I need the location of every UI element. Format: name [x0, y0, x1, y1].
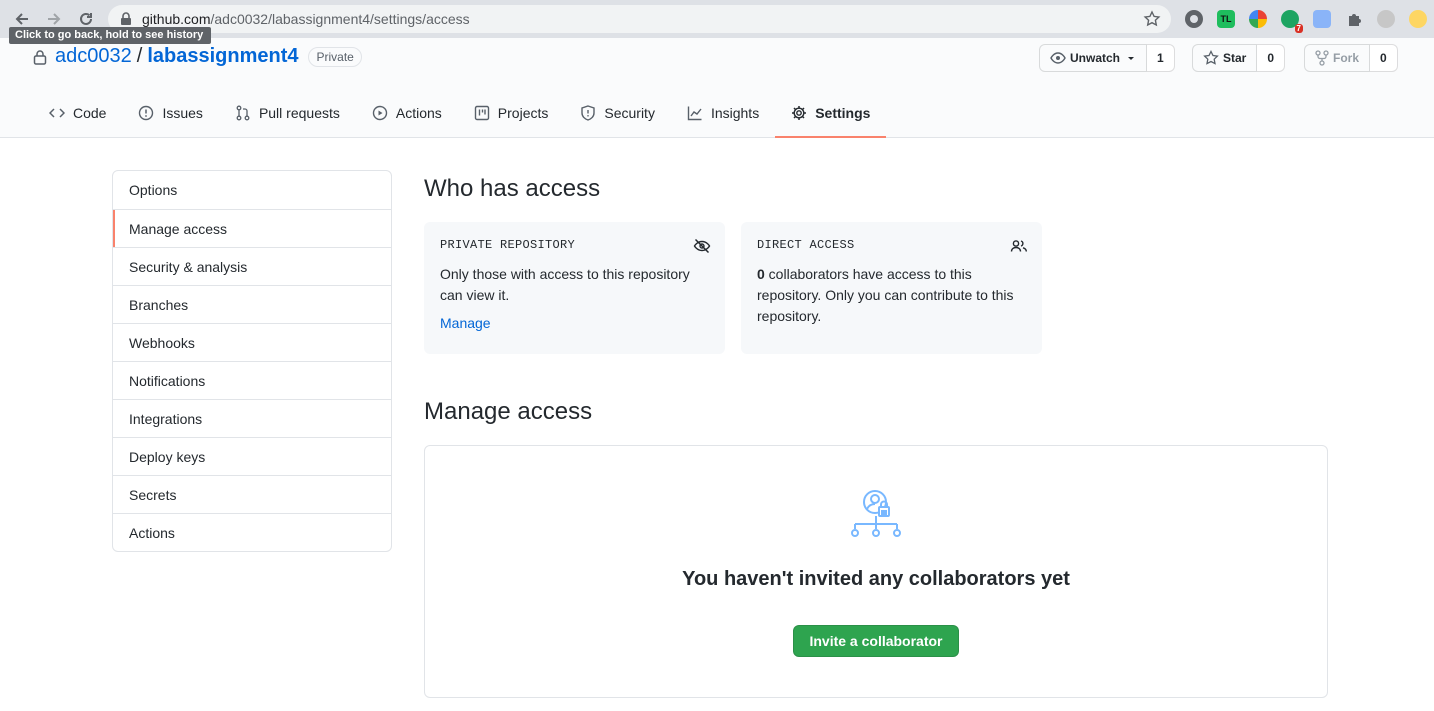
unwatch-button[interactable]: Unwatch [1039, 44, 1148, 72]
pull-request-icon [236, 105, 250, 121]
repo-name-link[interactable]: labassignment4 [147, 45, 298, 68]
address-bar[interactable]: github.com/adc0032/labassignment4/settin… [108, 5, 1171, 33]
shield-icon [581, 105, 596, 121]
repository-header: adc0032 / labassignment4 Private Unwatch… [0, 38, 1434, 138]
play-icon [372, 105, 388, 121]
tab-issues[interactable]: Issues [122, 93, 218, 133]
sidebar-item-security-analysis[interactable]: Security & analysis [113, 247, 391, 285]
private-repository-box: PRIVATE REPOSITORY Only those with acces… [424, 222, 725, 354]
people-icon [1010, 240, 1027, 252]
collaborators-blankslate: You haven't invited any collaborators ye… [424, 445, 1328, 698]
back-button-tooltip: Click to go back, hold to see history [9, 27, 211, 44]
watch-count[interactable]: 1 [1147, 44, 1175, 72]
direct-access-box: DIRECT ACCESS 0 collaborators have acces… [741, 222, 1042, 354]
tab-actions[interactable]: Actions [356, 93, 458, 133]
private-repository-title: PRIVATE REPOSITORY [440, 238, 576, 252]
private-repository-text: Only those with access to this repositor… [440, 266, 690, 303]
extension-badge-icon[interactable]: 7 [1281, 10, 1303, 33]
sidebar-item-manage-access[interactable]: Manage access [113, 209, 391, 247]
collaborator-count: 0 [757, 266, 765, 282]
star-count[interactable]: 0 [1257, 44, 1286, 72]
manage-access-heading: Manage access [424, 398, 593, 425]
extension-yellow-icon[interactable] [1409, 10, 1427, 28]
extension-color-wheel-icon[interactable] [1249, 10, 1267, 28]
star-button[interactable]: Star [1192, 44, 1258, 72]
profile-avatar-icon[interactable] [1377, 10, 1395, 28]
sidebar-item-branches[interactable]: Branches [113, 285, 391, 323]
sidebar-item-deploy-keys[interactable]: Deploy keys [113, 437, 391, 475]
gear-icon [792, 106, 807, 120]
repo-owner-link[interactable]: adc0032 [55, 45, 132, 68]
tab-settings[interactable]: Settings [775, 93, 887, 138]
tab-insights[interactable]: Insights [671, 93, 775, 133]
bookmark-star-icon[interactable] [1143, 10, 1161, 28]
tab-pull-requests[interactable]: Pull requests [219, 93, 356, 133]
invite-collaborator-button[interactable]: Invite a collaborator [793, 625, 959, 657]
tab-security[interactable]: Security [564, 93, 671, 133]
code-icon [49, 108, 65, 118]
repository-title: adc0032 / labassignment4 Private [33, 45, 362, 68]
visibility-badge: Private [308, 46, 362, 67]
settings-sidebar: Options Manage access Security & analysi… [112, 170, 392, 552]
reload-icon [80, 12, 92, 25]
forward-arrow-icon [48, 13, 61, 25]
caret-down-icon [1128, 57, 1135, 60]
eye-icon [1050, 52, 1066, 64]
extension-badge-count: 7 [1294, 24, 1303, 33]
direct-access-title: DIRECT ACCESS [757, 238, 855, 252]
star-group: Star 0 [1192, 44, 1286, 72]
repo-lock-icon [33, 49, 47, 65]
direct-access-text: 0 collaborators have access to this repo… [757, 266, 1014, 324]
repo-separator: / [136, 45, 143, 67]
back-arrow-icon [15, 13, 28, 25]
extension-circle-icon[interactable] [1185, 10, 1203, 28]
tab-projects[interactable]: Projects [458, 93, 565, 133]
extension-tl-icon[interactable]: TL [1217, 10, 1235, 28]
watch-group: Unwatch 1 [1039, 44, 1175, 72]
project-icon [474, 105, 489, 121]
no-collaborators-message: You haven't invited any collaborators ye… [682, 568, 1070, 590]
fork-icon [1315, 50, 1329, 66]
fork-group: Fork 0 [1304, 44, 1398, 72]
star-icon [1203, 50, 1219, 65]
repo-tabs: Code Issues Pull requests Actions Projec… [33, 93, 887, 138]
sidebar-item-actions[interactable]: Actions [113, 513, 391, 551]
sidebar-item-webhooks[interactable]: Webhooks [113, 323, 391, 361]
extension-doc-icon[interactable] [1313, 10, 1331, 28]
manage-link[interactable]: Manage [440, 315, 491, 331]
extensions-puzzle-icon[interactable] [1345, 10, 1363, 28]
issue-icon [139, 105, 154, 121]
url-text: github.com/adc0032/labassignment4/settin… [142, 11, 470, 27]
graph-icon [687, 106, 702, 121]
sidebar-item-options[interactable]: Options [113, 171, 391, 209]
collaborators-lock-illustration-icon [851, 490, 901, 537]
sidebar-item-notifications[interactable]: Notifications [113, 361, 391, 399]
sidebar-item-secrets[interactable]: Secrets [113, 475, 391, 513]
eye-closed-icon [693, 238, 711, 254]
tab-code[interactable]: Code [33, 93, 122, 133]
who-has-access-heading: Who has access [424, 175, 601, 202]
sidebar-item-integrations[interactable]: Integrations [113, 399, 391, 437]
fork-button[interactable]: Fork [1304, 44, 1371, 72]
fork-count[interactable]: 0 [1370, 44, 1398, 72]
browser-toolbar: github.com/adc0032/labassignment4/settin… [0, 0, 1434, 38]
lock-icon [121, 12, 131, 25]
